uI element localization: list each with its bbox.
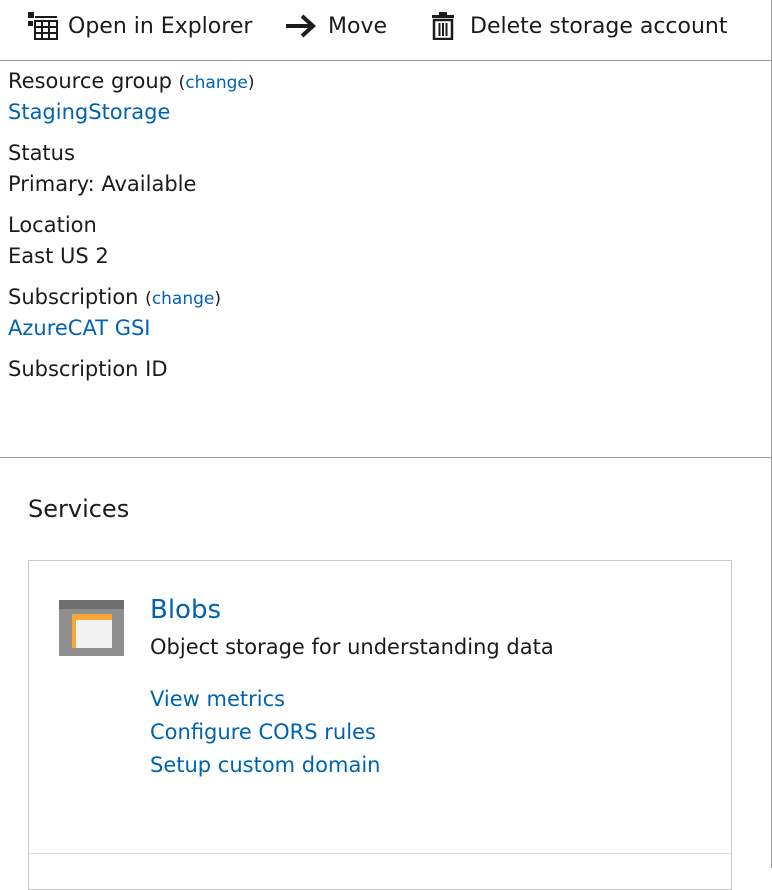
resource-group-value-link[interactable]: StagingStorage [8, 100, 170, 124]
subscription-label-row: Subscription (change) [8, 285, 221, 309]
essentials-panel: Resource group (change) StagingStorage S… [0, 61, 771, 457]
subscription-change-wrapper: (change) [145, 289, 222, 309]
delete-storage-account-button[interactable]: Delete storage account [432, 0, 728, 52]
command-toolbar: Open in Explorer Move Delete storage acc… [0, 0, 771, 61]
setup-custom-domain-link[interactable]: Setup custom domain [150, 753, 380, 777]
subscription-label: Subscription [8, 285, 139, 309]
blobs-service-card[interactable]: Blobs Object storage for understanding d… [28, 560, 732, 890]
subscription-id-label: Subscription ID [8, 357, 168, 381]
configure-cors-rules-link[interactable]: Configure CORS rules [150, 720, 376, 744]
subscription-value-link[interactable]: AzureCAT GSI [8, 316, 151, 340]
delete-storage-account-label: Delete storage account [470, 13, 728, 39]
status-label: Status [8, 141, 75, 165]
resource-group-label: Resource group [8, 69, 172, 93]
arrow-right-icon [284, 13, 328, 39]
blob-folder-icon [59, 600, 124, 660]
card-footer-divider [29, 853, 731, 854]
resource-group-change-link[interactable]: change [185, 73, 248, 93]
trash-icon [432, 12, 470, 40]
move-button[interactable]: Move [284, 0, 387, 52]
resource-group-label-row: Resource group (change) [8, 69, 255, 93]
services-heading: Services [28, 495, 130, 523]
section-divider [0, 457, 771, 458]
explorer-grid-icon [28, 12, 68, 40]
blobs-description: Object storage for understanding data [150, 635, 554, 659]
open-in-explorer-label: Open in Explorer [68, 13, 253, 39]
open-in-explorer-button[interactable]: Open in Explorer [28, 0, 252, 52]
view-metrics-link[interactable]: View metrics [150, 687, 285, 711]
blobs-title-link[interactable]: Blobs [150, 595, 221, 625]
status-value: Primary: Available [8, 172, 197, 196]
location-label: Location [8, 213, 97, 237]
subscription-change-link[interactable]: change [152, 289, 215, 309]
resource-group-change-wrapper: (change) [178, 73, 255, 93]
move-label: Move [328, 13, 387, 39]
location-value: East US 2 [8, 244, 109, 268]
